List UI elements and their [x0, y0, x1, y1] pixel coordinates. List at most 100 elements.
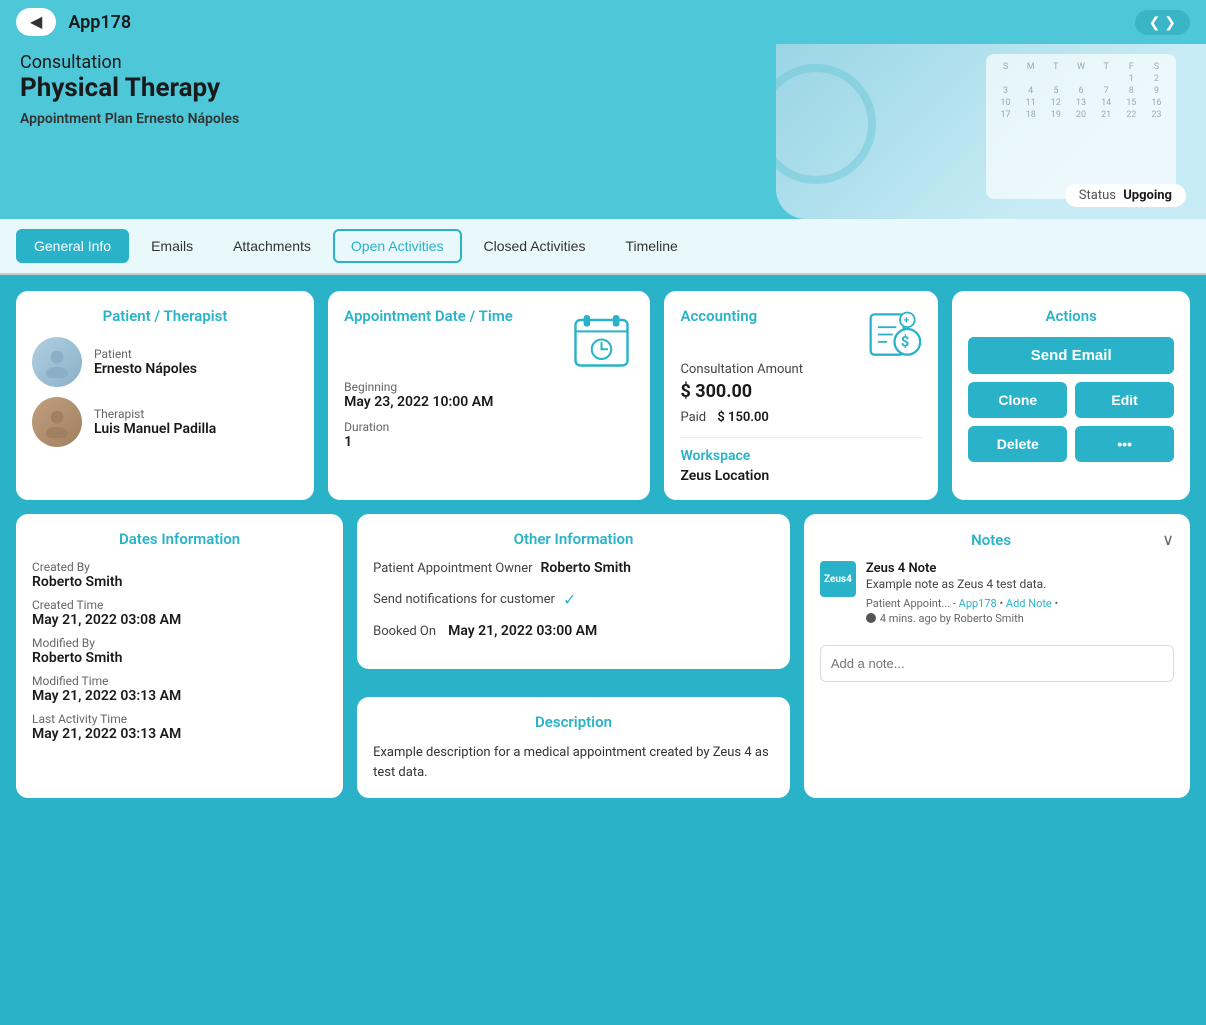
modified-by-value: Roberto Smith [32, 650, 327, 666]
duration-value: 1 [344, 434, 634, 450]
clone-edit-row: Clone Edit [968, 382, 1174, 418]
tab-emails[interactable]: Emails [133, 229, 211, 263]
appointment-card: Appointment Date / Time Beginning May 23… [328, 291, 650, 500]
note-meta: Patient Appoint... - App178 • Add Note • [866, 597, 1058, 610]
tabs-bar: General Info Emails Attachments Open Act… [0, 219, 1206, 275]
therapist-role-label: Therapist [94, 407, 216, 421]
note-body: Example note as Zeus 4 test data. [866, 576, 1058, 593]
workspace-value: Zeus Location [680, 468, 922, 484]
therapist-row: Therapist Luis Manuel Padilla [32, 397, 298, 447]
modified-by-label: Modified By [32, 636, 327, 650]
back-button[interactable]: ◀ [16, 8, 56, 36]
more-button[interactable]: ••• [1075, 426, 1174, 462]
created-time-label: Created Time [32, 598, 327, 612]
consultation-label: Consultation [20, 52, 1186, 73]
app-title: App178 [68, 12, 131, 33]
patient-therapist-card: Patient / Therapist Patient Ernesto Nápo… [16, 291, 314, 500]
actions-title: Actions [968, 307, 1174, 325]
status-badge: Status Upgoing [1065, 184, 1186, 207]
note-item: Zeus4 Zeus 4 Note Example note as Zeus 4… [820, 561, 1174, 625]
add-note-input[interactable] [820, 645, 1174, 682]
beginning-value: May 23, 2022 10:00 AM [344, 394, 634, 410]
cards-row-2: Dates Information Created By Roberto Smi… [16, 514, 1190, 798]
clone-button[interactable]: Clone [968, 382, 1067, 418]
svg-text:+: + [904, 316, 910, 327]
modified-time-value: May 21, 2022 03:13 AM [32, 688, 327, 704]
top-nav: ◀ App178 ❮ ❯ [0, 0, 1206, 44]
modified-time-label: Modified Time [32, 674, 327, 688]
notes-title: Notes [820, 531, 1162, 549]
edit-button[interactable]: Edit [1075, 382, 1174, 418]
workspace-title: Workspace [680, 448, 922, 464]
dates-info-title: Dates Information [32, 530, 327, 548]
other-info-title: Other Information [373, 530, 774, 548]
header-content: Consultation Physical Therapy Appointmen… [20, 52, 1186, 127]
header-section: SMTWTFS 12 3456789 10111213141516 171819… [0, 44, 1206, 219]
accounting-title: Accounting [680, 307, 757, 325]
consult-amount-value: $ 300.00 [680, 381, 922, 402]
booked-on-row: Booked On May 21, 2022 03:00 AM [373, 623, 774, 639]
tab-timeline[interactable]: Timeline [607, 229, 695, 263]
description-card: Description Example description for a me… [357, 697, 790, 798]
description-title: Description [373, 713, 774, 731]
owner-value: Roberto Smith [541, 560, 631, 576]
last-activity-value: May 21, 2022 03:13 AM [32, 726, 327, 742]
last-activity-label: Last Activity Time [32, 712, 327, 726]
tab-closed-activities[interactable]: Closed Activities [466, 229, 604, 263]
beginning-label: Beginning [344, 380, 634, 394]
patient-therapist-title: Patient / Therapist [32, 307, 298, 325]
send-email-button[interactable]: Send Email [968, 337, 1174, 374]
note-timestamp: 4 mins. ago by Roberto Smith [866, 612, 1058, 625]
owner-row: Patient Appointment Owner Roberto Smith [373, 560, 774, 576]
note-meta-link[interactable]: App178 [959, 597, 997, 610]
actions-card: Actions Send Email Clone Edit Delete ••• [952, 291, 1190, 500]
created-time-value: May 21, 2022 03:08 AM [32, 612, 327, 628]
notifications-label: Send notifications for customer [373, 592, 555, 607]
note-title: Zeus 4 Note [866, 561, 1058, 576]
workspace-section: Workspace Zeus Location [680, 437, 922, 484]
consult-amount-label: Consultation Amount [680, 362, 922, 377]
page-title: Physical Therapy [20, 73, 1186, 103]
svg-text:$: $ [901, 332, 909, 350]
therapist-name: Luis Manuel Padilla [94, 421, 216, 437]
delete-button[interactable]: Delete [968, 426, 1067, 462]
created-by-value: Roberto Smith [32, 574, 327, 590]
tab-general-info[interactable]: General Info [16, 229, 129, 263]
patient-info: Patient Ernesto Nápoles [94, 347, 197, 377]
calendar-icon [569, 307, 634, 372]
patient-role-label: Patient [94, 347, 197, 361]
created-by-label: Created By [32, 560, 327, 574]
notifications-row: Send notifications for customer ✓ [373, 590, 774, 609]
owner-label: Patient Appointment Owner [373, 561, 532, 576]
therapist-info: Therapist Luis Manuel Padilla [94, 407, 216, 437]
patient-row: Patient Ernesto Nápoles [32, 337, 298, 387]
paid-row: Paid $ 150.00 [680, 410, 922, 425]
booked-on-label: Booked On [373, 624, 436, 639]
accounting-icon: $ + [867, 307, 922, 362]
notes-card: Notes ∨ Zeus4 Zeus 4 Note Example note a… [804, 514, 1190, 798]
patient-name: Ernesto Nápoles [94, 361, 197, 377]
patient-avatar [32, 337, 82, 387]
note-content: Zeus 4 Note Example note as Zeus 4 test … [866, 561, 1058, 625]
appointment-plan: Appointment Plan Ernesto Nápoles [20, 111, 1186, 127]
description-text: Example description for a medical appoin… [373, 743, 774, 782]
notes-expand-icon[interactable]: ∨ [1162, 530, 1174, 549]
note-dot [866, 613, 876, 623]
other-info-card: Other Information Patient Appointment Ow… [357, 514, 790, 669]
therapist-avatar [32, 397, 82, 447]
cards-row-1: Patient / Therapist Patient Ernesto Nápo… [16, 291, 1190, 500]
zeus-logo: Zeus4 [820, 561, 856, 597]
nav-arrows-button[interactable]: ❮ ❯ [1135, 10, 1190, 35]
booked-on-value: May 21, 2022 03:00 AM [448, 623, 597, 639]
main-content: Patient / Therapist Patient Ernesto Nápo… [0, 275, 1206, 1025]
accounting-card: Accounting $ + Consultation Amount $ 300… [664, 291, 938, 500]
appointment-title: Appointment Date / Time [344, 307, 513, 325]
note-add-link[interactable]: Add Note [1006, 597, 1052, 610]
notifications-check: ✓ [563, 590, 576, 609]
middle-column: Other Information Patient Appointment Ow… [357, 514, 790, 798]
dates-info-card: Dates Information Created By Roberto Smi… [16, 514, 343, 798]
tab-open-activities[interactable]: Open Activities [333, 229, 462, 263]
tab-attachments[interactable]: Attachments [215, 229, 329, 263]
delete-more-row: Delete ••• [968, 426, 1174, 462]
duration-label: Duration [344, 420, 634, 434]
